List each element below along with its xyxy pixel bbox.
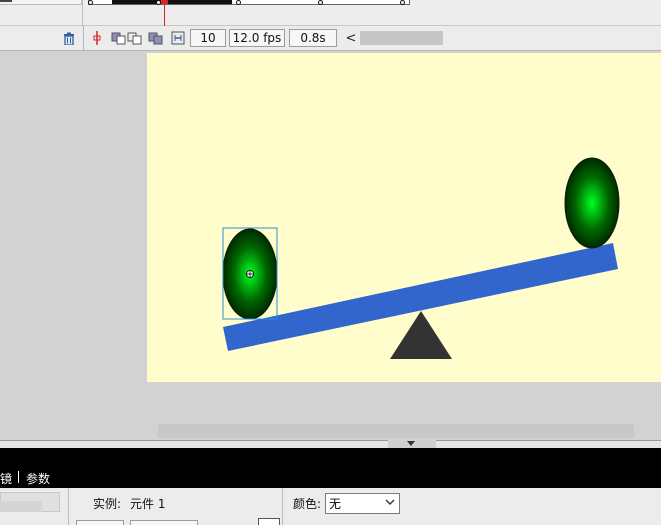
symbol-type-inner [0,501,42,512]
tween-span[interactable] [112,0,232,4]
instance-label: 实例: [93,497,122,511]
behavior-select[interactable] [130,520,198,525]
stage-artwork[interactable] [147,53,661,382]
panel-divider[interactable] [0,440,661,448]
frame-rate-field[interactable]: 12.0 fps [229,29,285,47]
timeline-scroll-left-button[interactable]: < [345,29,357,47]
current-frame-field[interactable]: 10 [190,29,226,47]
layer-list-marker [0,0,12,2]
tab-separator [18,471,19,483]
playhead-handle[interactable] [161,0,168,4]
center-frame-icon[interactable] [89,30,105,46]
color-swatch[interactable] [258,518,280,525]
keyframe-marker[interactable] [236,0,241,5]
panel-header-bar [0,448,661,466]
tab-parameters[interactable]: 参数 [26,470,50,487]
collapse-arrow-icon[interactable] [407,441,415,446]
keyframe-marker[interactable] [88,0,93,5]
timeline-divider [82,0,83,26]
color-effect-value: 无 [329,497,342,511]
tab-filters[interactable]: 镜 [0,470,12,487]
modify-onion-markers-icon[interactable] [170,30,186,46]
onion-skin-outlines-icon[interactable] [127,30,143,46]
timeline-scrollbar-thumb[interactable] [360,31,443,45]
color-effect-select[interactable]: 无 [325,493,400,514]
elapsed-time-field[interactable]: 0.8s [289,29,337,47]
stage-scrollbar-thumb[interactable] [158,424,634,438]
layer-list-header [0,0,82,5]
keyframe-marker[interactable] [400,0,405,5]
onion-skin-icon[interactable] [111,30,127,46]
keyframe-marker[interactable] [318,0,323,5]
panel-separator [282,488,283,525]
panel-separator [68,488,69,525]
properties-tab-bar [0,466,661,488]
swap-button[interactable] [76,520,124,525]
color-label: 颜色: [293,497,322,511]
edit-multiple-frames-icon[interactable] [148,30,164,46]
trash-icon[interactable] [61,30,77,46]
fulcrum-triangle[interactable] [390,311,452,359]
chevron-down-icon [385,497,395,510]
status-separator [83,26,84,51]
right-ball[interactable] [564,157,620,249]
instance-name: 元件 1 [130,497,166,511]
